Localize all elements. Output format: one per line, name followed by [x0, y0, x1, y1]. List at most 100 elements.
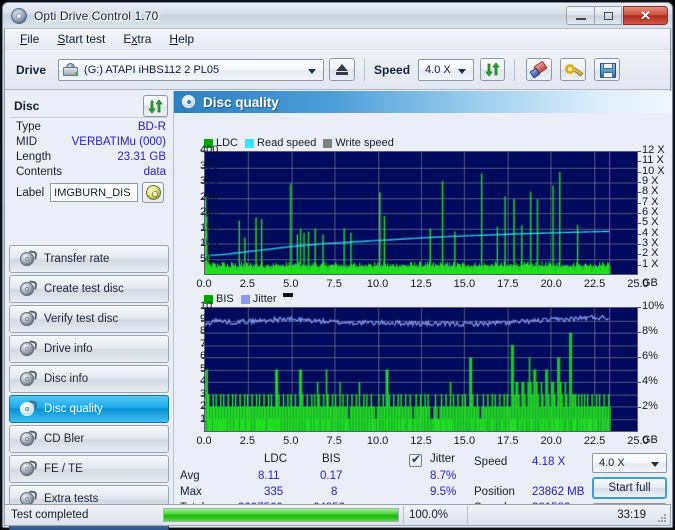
refresh-arrows-icon: [148, 98, 163, 114]
refresh-button[interactable]: [480, 58, 506, 81]
disc-label-row: Label IMGBURN_DIS: [10, 182, 168, 203]
sidebar-item-fe-te[interactable]: FE / TE: [9, 455, 169, 483]
sidebar-item-drive-info[interactable]: Drive info: [9, 335, 169, 363]
speed-select-value: 4.0 X: [425, 63, 451, 76]
disc-refresh-button[interactable]: [143, 95, 168, 117]
axis-tick: [638, 213, 641, 214]
menu-extra[interactable]: Extra: [114, 30, 160, 48]
stats-avg-bis: 0.17: [320, 470, 343, 482]
chart-bis-x-unit: GB: [642, 434, 658, 446]
chevron-down-icon: [651, 462, 659, 467]
disc-info-value: 23.31 GB: [117, 150, 166, 163]
disc-label-field[interactable]: IMGBURN_DIS: [50, 183, 139, 202]
stats-row-max: Max: [180, 486, 202, 498]
disc-info-table: Type BD-R MID VERBATIMu (000) Length 23.…: [10, 119, 168, 203]
sidebar-item-disc-info[interactable]: Disc info: [9, 365, 169, 393]
window-frame: Opti Drive Control 1.70 ✕ FFileile Start…: [0, 0, 675, 530]
menu-bar: FFileile Start test Extra Help: [5, 29, 670, 50]
sidebar-item-label: CD Bler: [44, 433, 85, 445]
settings-button[interactable]: [560, 58, 587, 81]
sidebar-item-verify-test-disc[interactable]: Verify test disc: [9, 305, 169, 333]
disc-info-row-mid: MID VERBATIMu (000): [10, 134, 168, 149]
axis-tick-label: 8 X: [642, 185, 659, 198]
minimize-button[interactable]: [566, 6, 594, 25]
disc-info-row-contents: Contents data: [10, 164, 168, 179]
stats-row-avg: Avg: [180, 470, 200, 482]
resize-grip[interactable]: [657, 513, 667, 523]
sidebar-item-create-test-disc[interactable]: Create test disc: [9, 275, 169, 303]
disc-icon: [19, 280, 38, 297]
legend-label: LDC: [216, 137, 239, 149]
axis-tick-label: 0.0: [196, 435, 212, 447]
axis-tick: [201, 357, 204, 358]
chart-ldc-plot: [204, 151, 638, 275]
legend-label: Read speed: [257, 137, 317, 149]
axis-tick: [638, 161, 641, 163]
disc-icon: [19, 430, 38, 447]
chart-bis-plot: [204, 307, 638, 432]
close-button[interactable]: ✕: [623, 6, 668, 25]
axis-tick-label: 7.5: [326, 278, 342, 290]
menu-start-test[interactable]: Start test: [48, 30, 114, 48]
disc-label-button[interactable]: [142, 182, 165, 203]
axis-tick: [638, 223, 641, 225]
sidebar-item-transfer-rate[interactable]: Transfer rate: [9, 245, 169, 273]
axis-tick: [638, 382, 641, 383]
axis-tick-label: 5.0: [283, 278, 299, 290]
drive-select-value: (G:) ATAPI iHBS112 2 PL05: [84, 63, 220, 76]
key-icon: [565, 64, 576, 74]
eraser-button[interactable]: [526, 58, 553, 81]
axis-tick-label: 22.5: [583, 278, 606, 290]
axis-tick: [638, 332, 641, 333]
axis-tick-label: 2 X: [642, 247, 659, 260]
jitter-checkbox[interactable]: [409, 452, 422, 467]
axis-tick: [201, 382, 204, 383]
axis-tick-label: 7.5: [326, 435, 342, 447]
axis-tick-label: 4 X: [642, 226, 659, 239]
disc-info-value: BD-R: [137, 120, 166, 133]
axis-tick-label: 20.0: [540, 435, 562, 447]
sidebar-item-disc-quality[interactable]: Disc quality: [9, 395, 169, 423]
axis-tick-label: 15.0: [453, 435, 476, 447]
menu-help[interactable]: Help: [160, 30, 203, 48]
save-button[interactable]: [594, 58, 621, 81]
maximize-button[interactable]: [594, 6, 622, 25]
eject-button[interactable]: [329, 58, 356, 81]
legend-swatch-dark: [282, 293, 293, 297]
drive-select[interactable]: (G:) ATAPI iHBS112 2 PL05: [58, 58, 325, 81]
test-speed-select[interactable]: 4.0 X: [592, 453, 667, 473]
axis-tick: [201, 228, 204, 230]
menu-file[interactable]: FFileile: [11, 30, 48, 48]
speed-label: Speed: [374, 62, 411, 77]
axis-tick: [638, 407, 641, 408]
stats-col-bis: BIS: [322, 453, 341, 465]
content-panel: Disc quality LDC Read speed Write speed …: [173, 91, 672, 527]
stats-max-jitter: 9.5%: [430, 486, 457, 498]
disc-info-key: Contents: [16, 165, 63, 178]
window-controls: ✕: [566, 6, 668, 25]
sidebar-item-cd-bler[interactable]: CD Bler: [9, 425, 169, 453]
axis-tick: [201, 319, 204, 321]
status-elapsed: 33:19: [617, 509, 646, 521]
stats-max-ldc: 335: [264, 486, 284, 498]
axis-tick-label: 20.0: [540, 278, 562, 290]
start-full-button[interactable]: Start full: [592, 477, 667, 499]
disc-icon: [19, 310, 38, 327]
stats-position-value: 23862 MB: [532, 486, 585, 498]
drive-icon: [63, 62, 79, 77]
statistics-panel: LDC BIS Jitter Avg Max Total 8.11 0.17 8…: [174, 452, 673, 524]
axis-tick-label: 15.0: [453, 278, 476, 290]
disc-label-key: Label: [16, 186, 45, 199]
stats-col-ldc: LDC: [264, 453, 288, 465]
axis-tick: [201, 166, 204, 168]
cd-icon: [145, 185, 161, 200]
axis-tick-label: 2.5: [239, 435, 256, 447]
speed-select[interactable]: 4.0 X: [418, 58, 475, 81]
left-panel: Disc Type BD-R MID VERBATIMu (000) Lengt…: [5, 91, 173, 530]
stats-col-jitter: Jitter: [430, 453, 455, 465]
disc-panel-header: Disc: [10, 94, 168, 118]
axis-tick: [201, 407, 204, 408]
axis-tick-label: 2.5: [239, 278, 256, 290]
axis-tick-label: 6%: [642, 350, 658, 362]
axis-tick: [638, 202, 641, 204]
